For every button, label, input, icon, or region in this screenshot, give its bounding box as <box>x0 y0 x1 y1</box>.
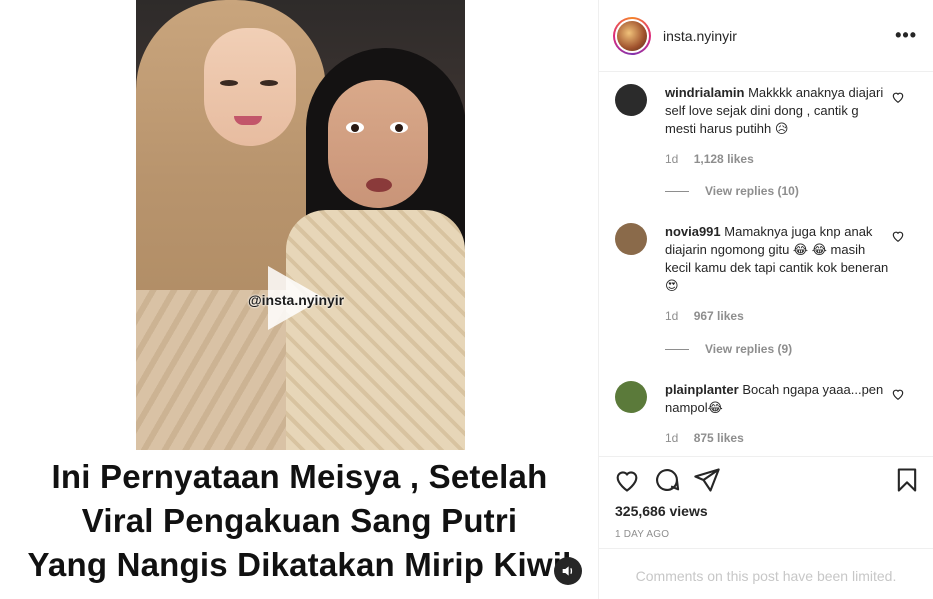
comment-meta: 1d 967 likes <box>665 309 756 323</box>
comment-likes[interactable]: 967 likes <box>694 309 744 323</box>
girl-eye <box>346 122 364 133</box>
comment-meta: 1d 875 likes <box>665 431 756 445</box>
view-replies-label: View replies (10) <box>705 184 799 198</box>
profile-username[interactable]: insta.nyinyir <box>663 28 737 44</box>
comment-meta: 1d 1,128 likes <box>665 152 766 166</box>
comment-likes[interactable]: 875 likes <box>694 431 744 445</box>
caption-line: Viral Pengakuan Sang Putri <box>81 502 518 539</box>
mother-eye <box>220 80 238 86</box>
comments-limited-notice: Comments on this post have been limited. <box>599 548 933 599</box>
avatar <box>617 21 647 51</box>
mother-eye <box>260 80 278 86</box>
view-replies-button[interactable]: View replies (9) <box>665 342 792 356</box>
girl-mouth <box>366 178 392 192</box>
commenter-avatar[interactable] <box>615 84 647 116</box>
video-mother-face <box>204 28 296 146</box>
comment-age: 1d <box>665 152 679 166</box>
girl-eye <box>390 122 408 133</box>
commenter-avatar[interactable] <box>615 381 647 413</box>
post-timestamp[interactable]: 1 DAY AGO <box>615 529 669 540</box>
video-caption: Ini Pernyataan Meisya , Setelah Viral Pe… <box>0 455 599 587</box>
replies-divider <box>665 190 689 192</box>
view-replies-button[interactable]: View replies (10) <box>665 184 799 198</box>
speaker-icon[interactable] <box>554 557 582 585</box>
heart-icon[interactable] <box>613 466 641 494</box>
comment-age: 1d <box>665 309 679 323</box>
video-watermark: @insta.nyinyir <box>248 292 345 308</box>
profile-avatar[interactable] <box>613 17 651 55</box>
comments-list[interactable]: windrialamin Makkkk anaknya diajari self… <box>599 73 933 457</box>
video-girl-dress <box>286 210 465 450</box>
comment-likes[interactable]: 1,128 likes <box>694 152 754 166</box>
post-actions <box>599 466 933 498</box>
post-header: insta.nyinyir ••• <box>599 0 933 72</box>
view-replies-label: View replies (9) <box>705 342 793 356</box>
commenter-avatar[interactable] <box>615 223 647 255</box>
caption-line: Yang Nangis Dikatakan Mirip Kiwil <box>27 546 572 583</box>
bookmark-icon[interactable] <box>893 466 921 494</box>
heart-icon[interactable] <box>891 90 905 104</box>
more-options-icon[interactable]: ••• <box>895 25 917 46</box>
avatar-ring <box>615 19 649 53</box>
comment-username[interactable]: plainplanter <box>665 382 739 397</box>
post-media: @insta.nyinyir Ini Pernyataan Meisya , S… <box>0 0 599 599</box>
caption-line: Ini Pernyataan Meisya , Setelah <box>51 458 548 495</box>
post-sidebar: insta.nyinyir ••• windrialamin Makkkk an… <box>599 0 933 599</box>
heart-icon[interactable] <box>891 387 905 401</box>
comment-username[interactable]: windrialamin <box>665 85 744 100</box>
replies-divider <box>665 348 689 350</box>
video-girl-face <box>328 80 428 208</box>
comment-icon[interactable] <box>653 466 681 494</box>
video-player[interactable]: @insta.nyinyir <box>136 0 465 450</box>
comment-body: windrialamin Makkkk anaknya diajari self… <box>665 84 890 138</box>
paper-plane-icon[interactable] <box>693 466 721 494</box>
mother-lips <box>234 116 262 125</box>
comment-username[interactable]: novia991 <box>665 224 721 239</box>
views-count[interactable]: 325,686 views <box>615 503 708 519</box>
comment-age: 1d <box>665 431 679 445</box>
comment-body: novia991 Mamaknya juga knp anak diajarin… <box>665 223 890 295</box>
comment-body: plainplanter Bocah ngapa yaaa...pen namp… <box>665 381 890 417</box>
heart-icon[interactable] <box>891 229 905 243</box>
